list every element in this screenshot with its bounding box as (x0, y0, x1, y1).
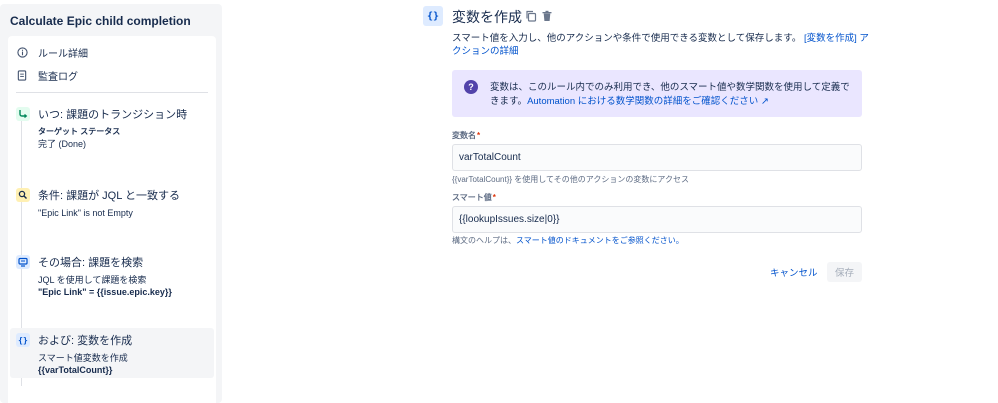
variable-icon: {} (16, 333, 30, 347)
search-icon (16, 188, 30, 202)
variable-name-label: 変数名* (452, 130, 480, 141)
sidebar-divider (16, 92, 208, 93)
step-condition-detail: "Epic Link" is not Empty (38, 208, 133, 218)
description-text: スマート値を入力し、他のアクションや条件で使用できる変数として保存します。 (452, 33, 802, 44)
required-mark: * (492, 193, 496, 202)
info-panel: ? 変数は、このルール内でのみ利用でき、他のスマート値や数学関数を使用して定義で… (452, 70, 862, 117)
step-lookup-title: その場合: 課題を検索 (38, 257, 144, 269)
step-lookup-issues[interactable]: その場合: 課題を検索 JQL を使用して課題を検索 "Epic Link" =… (10, 250, 214, 304)
step-trigger[interactable]: いつ: 課題のトランジション時 ターゲット ステータス 完了 (Done) (10, 102, 214, 156)
step-create-variable[interactable]: {} および: 変数を作成 スマート値変数を作成 {{varTotalCount… (10, 328, 214, 378)
lookup-icon (16, 255, 30, 269)
nav-rule-details-label: ルール詳細 (38, 48, 88, 60)
smart-value-input[interactable] (452, 206, 862, 233)
step-variable-name: {{varTotalCount}} (38, 365, 113, 375)
step-trigger-title: いつ: 課題のトランジション時 (38, 109, 188, 121)
copy-icon[interactable] (525, 9, 537, 22)
transition-icon (16, 107, 30, 121)
required-mark: * (477, 131, 481, 140)
step-lookup-line1: JQL を使用して課題を検索 (38, 275, 147, 285)
step-trigger-detail: 完了 (Done) (38, 139, 87, 149)
variable-name-help: {{varTotalCount}} を使用してその他のアクションの変数にアクセス (452, 175, 689, 184)
cancel-button[interactable]: キャンセル (766, 263, 822, 281)
smart-value-help: 構文のヘルプは、スマート値のドキュメントをご参照ください。 (452, 235, 684, 246)
variable-icon: {} (423, 6, 443, 26)
info-panel-text: 変数は、このルール内でのみ利用でき、他のスマート値や数学関数を使用して定義できま… (490, 81, 850, 109)
nav-rule-details[interactable]: ルール詳細 (16, 44, 88, 60)
smart-value-label-text: スマート値 (452, 193, 492, 202)
smart-value-label: スマート値* (452, 192, 496, 203)
variable-name-input[interactable] (452, 144, 862, 171)
page-title: 変数を作成 (452, 9, 522, 25)
audit-log-icon (16, 69, 28, 81)
step-trigger-sublabel: ターゲット ステータス (38, 127, 121, 136)
math-functions-link[interactable]: Automation における数学関数の詳細をご確認ください ↗ (527, 96, 769, 107)
nav-audit-log-label: 監査ログ (38, 71, 78, 83)
step-condition[interactable]: 条件: 課題が JQL と一致する "Epic Link" is not Emp… (10, 183, 214, 225)
rule-sidebar: Calculate Epic child completion ルール詳細 監査… (0, 4, 222, 403)
info-icon (16, 46, 28, 58)
action-description: スマート値を入力し、他のアクションや条件で使用できる変数として保存します。 [変… (452, 32, 872, 58)
step-variable-line1: スマート値変数を作成 (38, 353, 128, 363)
rule-steps-card: ルール詳細 監査ログ いつ: 課題のトランジション時 ターゲット ステータス 完… (8, 36, 216, 403)
save-button[interactable]: 保存 (827, 262, 862, 282)
step-condition-title: 条件: 課題が JQL と一致する (38, 190, 180, 202)
smart-value-help-text: 構文のヘルプは、 (452, 236, 516, 245)
rule-title: Calculate Epic child completion (10, 14, 191, 28)
smart-value-docs-link[interactable]: スマート値のドキュメントをご参照ください。 (516, 236, 684, 245)
question-icon: ? (464, 80, 478, 94)
step-lookup-jql: "Epic Link" = {{issue.epic.key}} (38, 287, 172, 297)
trash-icon[interactable] (541, 9, 553, 21)
nav-audit-log[interactable]: 監査ログ (16, 67, 78, 83)
variable-name-label-text: 変数名 (452, 131, 476, 140)
step-variable-title: および: 変数を作成 (38, 335, 133, 347)
